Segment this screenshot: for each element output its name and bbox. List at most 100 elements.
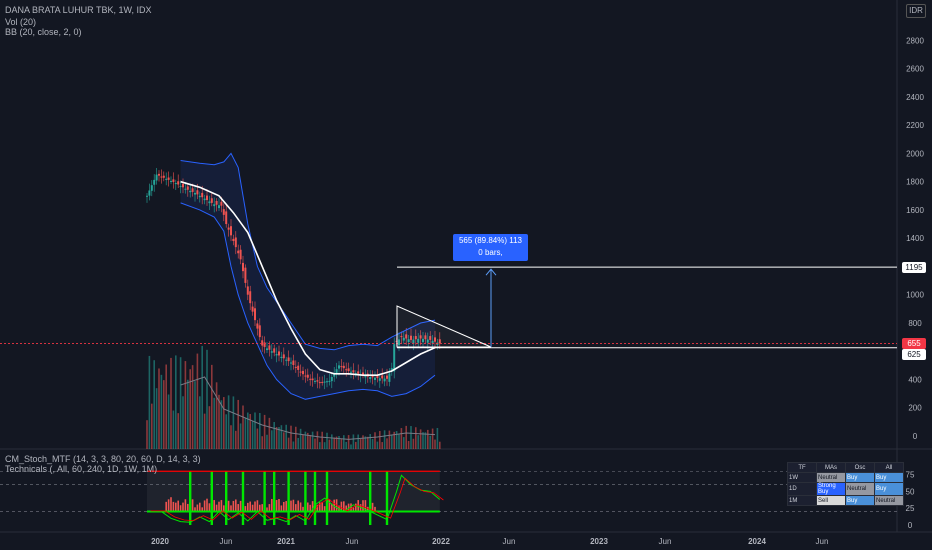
candle-body [165, 178, 168, 180]
time-tick-label: Jun [220, 537, 233, 546]
stoch-histogram-bar [307, 502, 309, 512]
table-row: 1D Strong Buy Neutral Buy [787, 482, 904, 496]
volume-bar [304, 431, 307, 449]
volume-bar [422, 432, 424, 449]
volume-bar [208, 406, 211, 449]
candle-body [254, 308, 256, 321]
legend-symbol[interactable]: DANA BRATA LUHUR TBK, 1W, IDX [5, 5, 152, 15]
candle-body [275, 354, 278, 356]
volume-bar [292, 441, 295, 449]
price-tick-label: 2200 [906, 121, 924, 130]
candle-body [316, 380, 319, 382]
volume-bar [235, 430, 237, 449]
candle-body [194, 192, 196, 195]
time-tick-label: Jun [659, 537, 672, 546]
candle-body [290, 362, 292, 364]
volume-bar [155, 388, 158, 449]
candle-body [364, 375, 367, 378]
candle-body [280, 356, 283, 359]
candle-body [167, 177, 170, 180]
table-cell-mas: Neutral [816, 472, 846, 483]
candle-body [306, 374, 309, 378]
stoch-histogram-bar [165, 501, 167, 512]
volume-bar [355, 441, 357, 449]
candle-body [148, 190, 151, 196]
candle-body [153, 179, 156, 185]
time-tick-label: Jun [816, 537, 829, 546]
volume-bar [175, 355, 177, 449]
last-price-tag: 655 [902, 338, 926, 349]
volume-bar [271, 430, 273, 449]
candle-body [251, 306, 254, 312]
candle-body [206, 195, 208, 201]
volume-bar [215, 382, 218, 449]
volume-bar [218, 394, 220, 449]
stoch-histogram-bar [206, 498, 208, 512]
candle-body [234, 237, 237, 248]
currency-label[interactable]: IDR [906, 4, 926, 18]
volume-bar [386, 438, 388, 449]
volume-bar [268, 417, 271, 449]
volume-bar [196, 353, 199, 449]
volume-bar [403, 437, 405, 449]
volume-bar [220, 400, 223, 449]
stoch-histogram-bar [239, 500, 242, 512]
candle-body [249, 291, 252, 304]
stoch-histogram-bar [271, 498, 273, 512]
stoch-histogram-bar [172, 501, 175, 512]
price-tick-label: 2800 [906, 36, 924, 45]
volume-bar [311, 431, 314, 449]
stoch-histogram-bar [167, 499, 170, 512]
volume-bar [201, 345, 203, 449]
bollinger-fill [180, 153, 435, 400]
legend-stoch[interactable]: CM_Stoch_MTF (14, 3, 3, 80, 20, 60, D, 1… [5, 454, 201, 464]
candle-body [311, 378, 314, 381]
volume-bar [232, 396, 235, 449]
table-cell-mas: Strong Buy [816, 482, 846, 496]
user-drawings [0, 266, 897, 349]
volume-bar [153, 360, 155, 449]
price-tick-label: 2600 [906, 65, 924, 74]
candle-body [386, 375, 388, 379]
legend-volume[interactable]: Vol (20) [5, 17, 36, 27]
volume-bar [347, 435, 350, 449]
candle-body [282, 354, 285, 359]
candle-body [158, 173, 160, 176]
stoch-histogram-bar [208, 503, 211, 512]
table-header: MAs [816, 462, 846, 473]
volume-bar [239, 423, 242, 449]
volume-bar [167, 394, 170, 449]
candle-body [155, 174, 158, 181]
volume-bar [223, 397, 225, 449]
volume-bar [350, 444, 352, 449]
stoch-histogram-bar [292, 499, 295, 512]
volume-bar [165, 364, 167, 449]
volume-bar [381, 442, 383, 449]
volume-bar [400, 428, 403, 449]
stoch-pane [0, 470, 897, 525]
volume-bar [415, 427, 417, 449]
volume-bar [407, 440, 410, 449]
candle-body [210, 198, 213, 203]
candle-body [182, 183, 184, 188]
stoch-histogram-bar [232, 500, 235, 512]
volume-bar [290, 425, 292, 449]
volume-bar [206, 349, 208, 449]
volume-bar [247, 412, 249, 449]
stoch-histogram-bar [177, 500, 179, 512]
volume-bar [275, 427, 278, 449]
candle-body [338, 365, 340, 369]
candle-body [342, 365, 345, 369]
volume-bar [256, 428, 259, 449]
candle-body [150, 185, 153, 191]
legend-technicals[interactable]: Technicals (, All, 60, 240, 1D, 1W, 1M) [5, 464, 157, 474]
measure-callout: 565 (89.84%) 113 0 bars, [453, 234, 528, 261]
volume-bar [436, 427, 439, 449]
legend-bollinger[interactable]: BB (20, close, 2, 0) [5, 27, 82, 37]
stoch-signal-bar [273, 471, 276, 525]
candle-body [383, 378, 386, 382]
table-cell-all: Neutral [874, 495, 904, 506]
price-tick-label: 0 [913, 432, 918, 441]
stoch-signal-bar [210, 471, 213, 525]
candle-body [203, 198, 206, 201]
